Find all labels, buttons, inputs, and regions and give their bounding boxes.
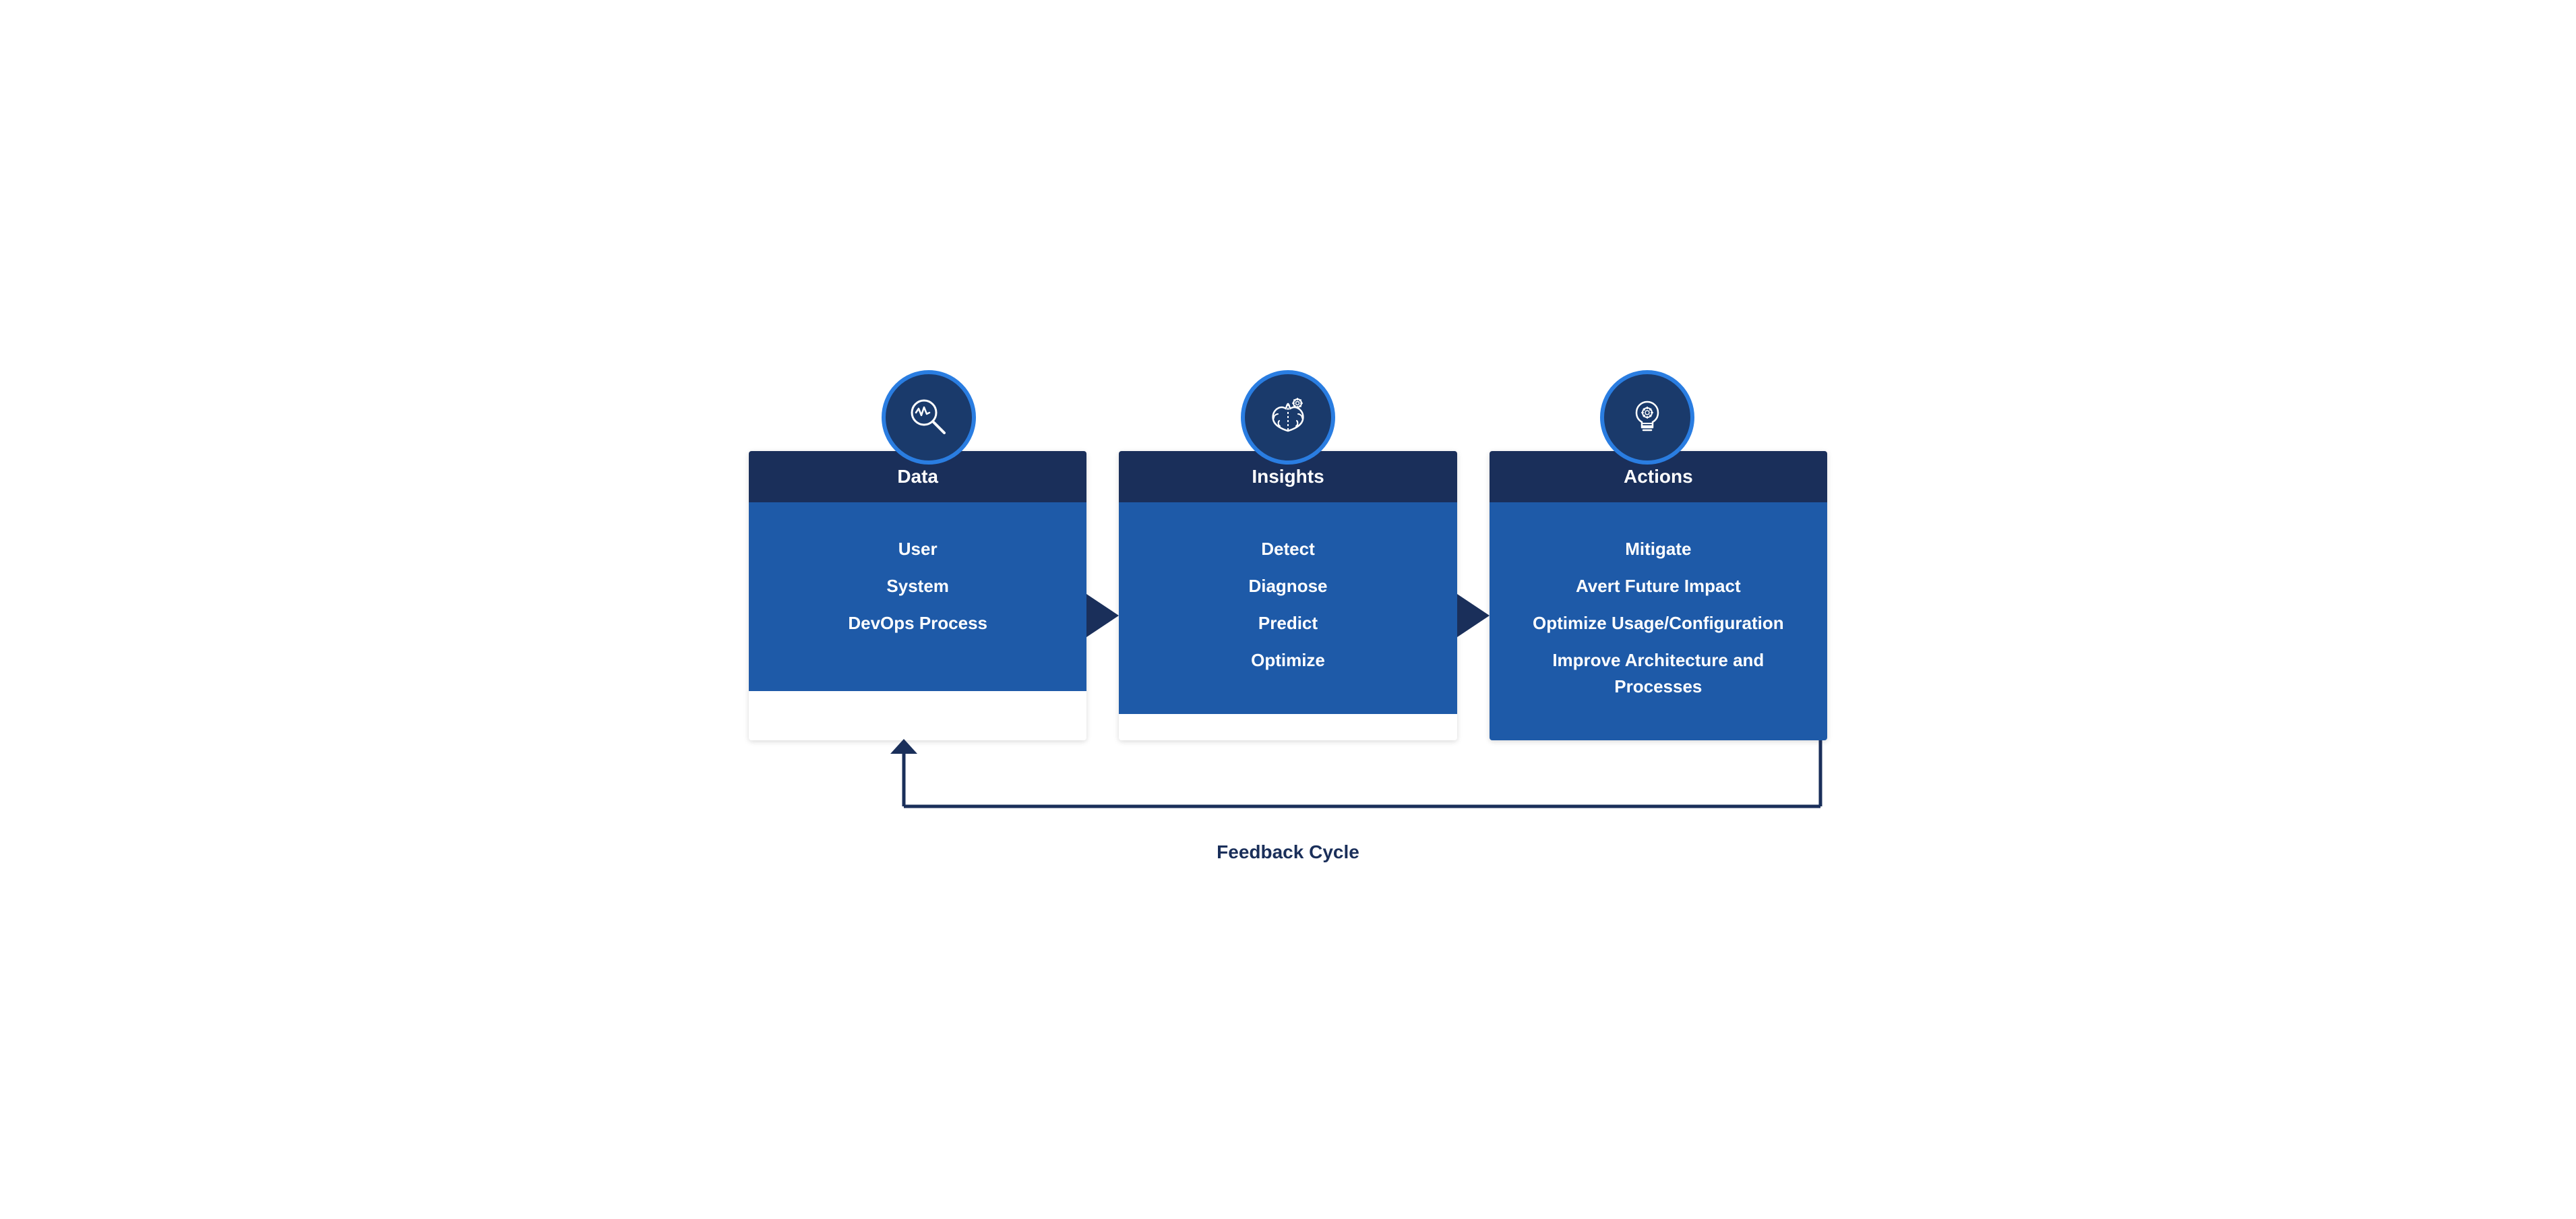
insights-card-body: Detect Diagnose Predict Optimize <box>1119 502 1456 714</box>
actions-icon-container <box>1468 357 1827 451</box>
data-item-devops: DevOps Process <box>848 610 987 636</box>
data-item-system: System <box>886 573 949 599</box>
diagram-wrapper: Data User System DevOps Process Insights… <box>749 357 1827 863</box>
arrow-data-to-insights <box>1086 451 1119 740</box>
lightbulb-gear-icon <box>1624 394 1671 441</box>
icons-row <box>749 357 1827 451</box>
insights-item-predict: Predict <box>1258 610 1318 636</box>
actions-header-title: Actions <box>1624 466 1693 487</box>
main-content: Data User System DevOps Process Insights… <box>749 451 1827 740</box>
insights-item-diagnose: Diagnose <box>1248 573 1327 599</box>
data-card-body: User System DevOps Process <box>749 502 1086 691</box>
insights-item-optimize: Optimize <box>1251 647 1325 674</box>
actions-circle-icon <box>1600 370 1694 465</box>
actions-item-optimize: Optimize Usage/Configuration <box>1533 610 1784 636</box>
insights-item-detect: Detect <box>1261 536 1314 562</box>
arrow-insights-to-actions <box>1457 451 1490 740</box>
data-header-title: Data <box>897 466 938 487</box>
insights-icon-container <box>1108 357 1467 451</box>
feedback-svg <box>749 739 1827 833</box>
arrow-right-icon-1 <box>1086 594 1119 637</box>
actions-card: Actions Mitigate Avert Future Impact Opt… <box>1490 451 1827 740</box>
insights-card: Insights Detect Diagnose Predict Optimiz… <box>1119 451 1456 740</box>
arrow-right-icon-2 <box>1457 594 1490 637</box>
feedback-area: Feedback Cycle <box>749 740 1827 863</box>
brain-gear-icon <box>1264 394 1312 441</box>
actions-item-improve: Improve Architecture and Processes <box>1510 647 1807 700</box>
actions-item-mitigate: Mitigate <box>1625 536 1691 562</box>
full-diagram: Data User System DevOps Process Insights… <box>749 357 1827 863</box>
actions-item-avert: Avert Future Impact <box>1576 573 1741 599</box>
data-icon-container <box>749 357 1108 451</box>
data-card: Data User System DevOps Process <box>749 451 1086 740</box>
data-circle-icon <box>882 370 976 465</box>
insights-header-title: Insights <box>1252 466 1324 487</box>
feedback-cycle-label: Feedback Cycle <box>1217 841 1359 863</box>
insights-circle-icon <box>1241 370 1335 465</box>
magnifier-pulse-icon <box>905 394 952 441</box>
data-item-user: User <box>898 536 938 562</box>
actions-card-body: Mitigate Avert Future Impact Optimize Us… <box>1490 502 1827 740</box>
